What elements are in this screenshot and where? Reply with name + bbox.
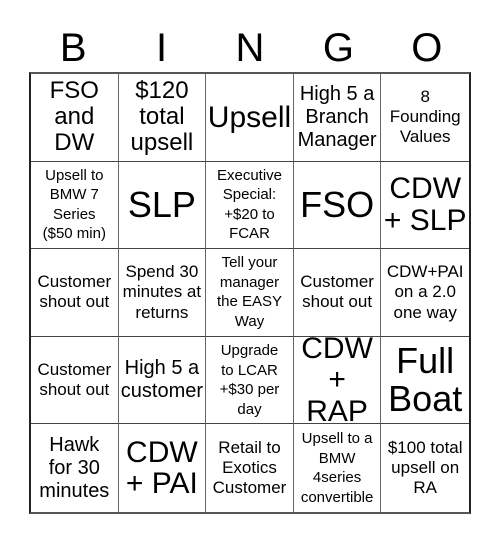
bingo-cell[interactable]: Customer shout out <box>31 336 119 425</box>
bingo-cell-text: Customer shout out <box>37 359 112 400</box>
bingo-cell[interactable]: $120 total upsell <box>118 74 207 162</box>
bingo-cell-text: CDW + PAI <box>125 435 198 501</box>
bingo-cell-text: $120 total upsell <box>130 76 194 157</box>
header-letter-g: G <box>322 26 354 70</box>
bingo-cell-text: High 5 a customer <box>120 357 204 403</box>
bingo-cell[interactable]: SLP <box>118 161 207 250</box>
bingo-cell[interactable]: Hawk for 30 minutes <box>31 424 119 512</box>
bingo-cell-text: $100 total upsell on RA <box>387 437 463 498</box>
bingo-cell-text: Upsell to BMW 7 Series ($50 min) <box>42 166 106 243</box>
bingo-cell-text: Tell your manager the EASY Way <box>216 254 283 330</box>
bingo-cell[interactable]: Tell your manager the EASY Way <box>206 249 294 337</box>
bingo-cell-text: High 5 a Branch Manager <box>297 82 377 151</box>
bingo-cell-text: 8 Founding Values <box>389 86 461 147</box>
bingo-cell[interactable]: Spend 30 minutes at returns <box>118 249 207 337</box>
bingo-cell[interactable]: FSO <box>293 161 382 250</box>
bingo-cell-text: Upgrade to LCAR +$30 per day <box>219 342 280 418</box>
bingo-cell-text: Upsell to a BMW 4series convertible <box>300 430 374 506</box>
bingo-card-grid: FSO and DW $120 total upsell Upsell High 5 … <box>29 72 471 514</box>
bingo-cell-text: Customer shout out <box>37 272 112 312</box>
bingo-cell[interactable]: Customer shout out <box>293 249 382 337</box>
header-letter-i: I <box>156 26 168 70</box>
bingo-cell-text: SLP <box>127 183 196 225</box>
bingo-cell-text: CDW + SLP <box>383 172 467 237</box>
bingo-cell-text: CDW+PAI on a 2.0 one way <box>386 261 464 322</box>
bingo-cell[interactable]: Executive Special: +$20 to FCAR <box>206 161 294 250</box>
bingo-cell-text: FSO <box>300 183 375 225</box>
bingo-cell-text: Hawk for 30 minutes <box>39 433 110 502</box>
bingo-cell[interactable]: Full Boat <box>381 337 469 425</box>
bingo-cell[interactable]: High 5 a Branch Manager <box>293 74 382 162</box>
bingo-header: B I N G O <box>29 24 471 72</box>
bingo-cell[interactable]: Customer shout out <box>31 249 119 337</box>
bingo-cell-text: Executive Special: +$20 to FCAR <box>216 166 283 243</box>
bingo-cell[interactable]: CDW + PAI <box>119 424 207 512</box>
bingo-cell[interactable]: CDW + SLP <box>381 162 469 250</box>
bingo-cell[interactable]: Upsell to a BMW 4series convertible <box>294 424 382 512</box>
bingo-cell-text: Retail to Exotics Customer <box>212 437 287 498</box>
bingo-cell[interactable]: Upgrade to LCAR +$30 per day <box>206 336 294 425</box>
header-letter-b: B <box>59 26 87 70</box>
bingo-cell[interactable]: FSO and DW <box>31 74 119 162</box>
bingo-cell-text: FSO and DW <box>49 76 99 157</box>
bingo-cell[interactable]: $100 total upsell on RA <box>381 424 469 512</box>
bingo-cell[interactable]: Retail to Exotics Customer <box>206 424 294 512</box>
bingo-cell[interactable]: High 5 a customer <box>118 336 207 425</box>
header-letter-n: N <box>235 26 265 70</box>
bingo-cell-text: Full Boat <box>388 340 463 420</box>
header-letter-o: O <box>411 26 443 70</box>
bingo-cell[interactable]: Upsell to BMW 7 Series ($50 min) <box>31 161 119 250</box>
bingo-cell[interactable]: CDW+PAI on a 2.0 one way <box>381 249 469 337</box>
bingo-cell-text: CDW + RAP <box>301 336 373 425</box>
bingo-cell-text: Upsell <box>207 100 292 134</box>
bingo-cell[interactable]: 8 Founding Values <box>381 74 469 162</box>
bingo-cell-text: Customer shout out <box>300 272 374 312</box>
bingo-cell[interactable]: Upsell <box>206 74 294 162</box>
bingo-cell[interactable]: CDW + RAP <box>293 336 382 425</box>
bingo-cell-text: Spend 30 minutes at returns <box>122 261 202 322</box>
